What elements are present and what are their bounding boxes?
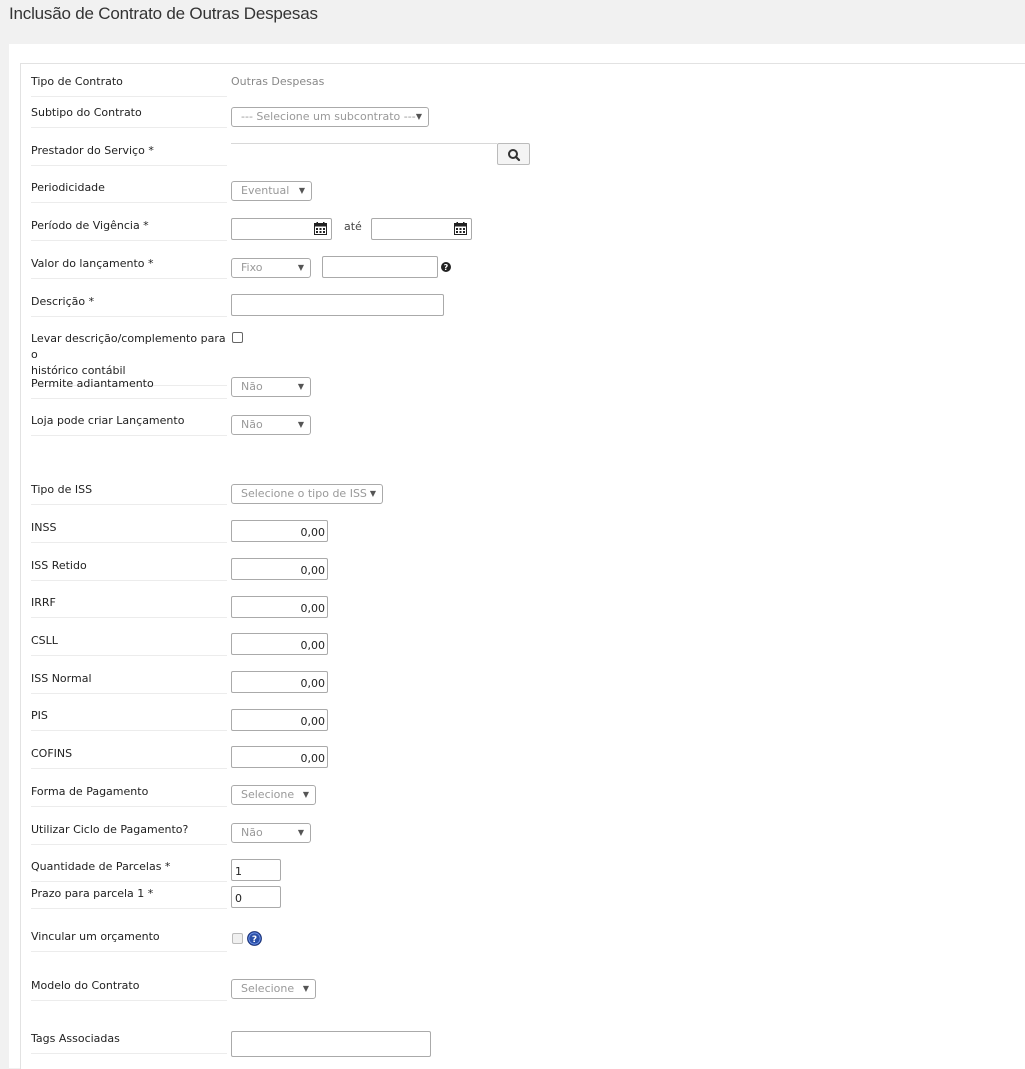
irrf-value: 0,00 (300, 602, 326, 615)
chevron-down-icon: ▼ (297, 420, 304, 429)
inss-value: 0,00 (300, 526, 326, 539)
vincular-orcamento-checkbox[interactable] (232, 933, 243, 944)
question-circle-icon[interactable]: ? (441, 262, 451, 272)
ciclo-pagamento-selected: Não (241, 826, 263, 839)
periodicidade-select[interactable]: Eventual ▼ (231, 181, 312, 201)
quantidade-parcelas-input[interactable]: 1 (231, 859, 281, 881)
label-iss-normal: ISS Normal (31, 671, 227, 694)
subtipo-selected: --- Selecione um subcontrato --- (241, 110, 416, 123)
levar-descricao-checkbox[interactable] (232, 332, 243, 343)
irrf-input[interactable]: 0,00 (231, 596, 328, 618)
label-pis: PIS (31, 708, 227, 731)
page-title: Inclusão de Contrato de Outras Despesas (9, 4, 318, 23)
label-subtipo: Subtipo do Contrato (31, 105, 227, 128)
tags-input[interactable] (231, 1031, 431, 1057)
tipo-iss-select[interactable]: Selecione o tipo de ISS ▼ (231, 484, 383, 504)
calendar-icon[interactable] (314, 222, 327, 235)
prestador-input[interactable] (231, 143, 497, 166)
label-quantidade-parcelas: Quantidade de Parcelas * (31, 859, 227, 882)
label-ciclo-pagamento: Utilizar Ciclo de Pagamento? (31, 822, 227, 845)
label-modelo-contrato: Modelo do Contrato (31, 978, 227, 1001)
csll-input[interactable]: 0,00 (231, 633, 328, 655)
cofins-value: 0,00 (300, 752, 326, 765)
chevron-down-icon: ▼ (415, 112, 422, 121)
label-descricao: Descrição * (31, 294, 227, 317)
chevron-down-icon: ▼ (302, 790, 309, 799)
valor-input[interactable] (322, 256, 438, 278)
vigencia-separator: até (344, 220, 362, 233)
prazo-parcela-value: 0 (235, 892, 242, 905)
label-csll: CSLL (31, 633, 227, 656)
label-loja-pode-criar: Loja pode criar Lançamento (31, 413, 227, 436)
loja-pode-criar-selected: Não (241, 418, 263, 431)
calendar-icon[interactable] (454, 222, 467, 235)
help-badge-icon[interactable]: ? (247, 931, 262, 946)
label-forma-pagamento: Forma de Pagamento (31, 784, 227, 807)
vigencia-start-input[interactable] (231, 218, 332, 240)
label-periodicidade: Periodicidade (31, 180, 227, 203)
tipo-contrato-value: Outras Despesas (231, 75, 325, 88)
label-valor: Valor do lançamento * (31, 256, 227, 279)
pis-input[interactable]: 0,00 (231, 709, 328, 731)
prazo-parcela-input[interactable]: 0 (231, 886, 281, 908)
quantidade-parcelas-value: 1 (235, 865, 242, 878)
chevron-down-icon: ▼ (369, 489, 376, 498)
cofins-input[interactable]: 0,00 (231, 746, 328, 768)
label-irrf: IRRF (31, 595, 227, 618)
periodicidade-selected: Eventual (241, 184, 290, 197)
label-vigencia: Período de Vigência * (31, 218, 227, 241)
iss-normal-value: 0,00 (300, 677, 326, 690)
vigencia-end-input[interactable] (371, 218, 472, 240)
svg-text:?: ? (252, 935, 257, 945)
label-tipo-iss: Tipo de ISS (31, 482, 227, 505)
subtipo-select[interactable]: --- Selecione um subcontrato --- ▼ (231, 107, 429, 127)
label-tags: Tags Associadas (31, 1031, 227, 1054)
chevron-down-icon: ▼ (302, 984, 309, 993)
permite-adiantamento-select[interactable]: Não ▼ (231, 377, 311, 397)
pis-value: 0,00 (300, 715, 326, 728)
label-tipo-contrato: Tipo de Contrato (31, 74, 227, 97)
label-prazo-parcela: Prazo para parcela 1 * (31, 886, 227, 909)
tipo-iss-selected: Selecione o tipo de ISS (241, 487, 367, 500)
iss-retido-value: 0,00 (300, 564, 326, 577)
label-iss-retido: ISS Retido (31, 558, 227, 581)
prestador-search-button[interactable] (497, 143, 530, 165)
valor-tipo-selected: Fixo (241, 261, 263, 274)
label-inss: INSS (31, 520, 227, 543)
iss-retido-input[interactable]: 0,00 (231, 558, 328, 580)
loja-pode-criar-select[interactable]: Não ▼ (231, 415, 311, 435)
svg-text:?: ? (444, 263, 449, 272)
search-icon (508, 149, 521, 162)
label-levar-descricao-line1: Levar descrição/complemento para o (31, 332, 226, 361)
csll-value: 0,00 (300, 639, 326, 652)
chevron-down-icon: ▼ (297, 828, 304, 837)
ciclo-pagamento-select[interactable]: Não ▼ (231, 823, 311, 843)
chevron-down-icon: ▼ (297, 263, 304, 272)
label-permite-adiantamento: Permite adiantamento (31, 376, 227, 399)
descricao-input[interactable] (231, 294, 444, 316)
label-cofins: COFINS (31, 746, 227, 769)
chevron-down-icon: ▼ (297, 382, 304, 391)
chevron-down-icon: ▼ (298, 186, 305, 195)
label-prestador: Prestador do Serviço * (31, 143, 227, 166)
inss-input[interactable]: 0,00 (231, 520, 328, 542)
iss-normal-input[interactable]: 0,00 (231, 671, 328, 693)
label-vincular-orcamento: Vincular um orçamento (31, 929, 227, 952)
forma-pagamento-selected: Selecione (241, 788, 295, 801)
modelo-contrato-selected: Selecione (241, 982, 295, 995)
permite-adiantamento-selected: Não (241, 380, 263, 393)
valor-tipo-select[interactable]: Fixo ▼ (231, 258, 311, 278)
forma-pagamento-select[interactable]: Selecione ▼ (231, 785, 316, 805)
modelo-contrato-select[interactable]: Selecione ▼ (231, 979, 316, 999)
